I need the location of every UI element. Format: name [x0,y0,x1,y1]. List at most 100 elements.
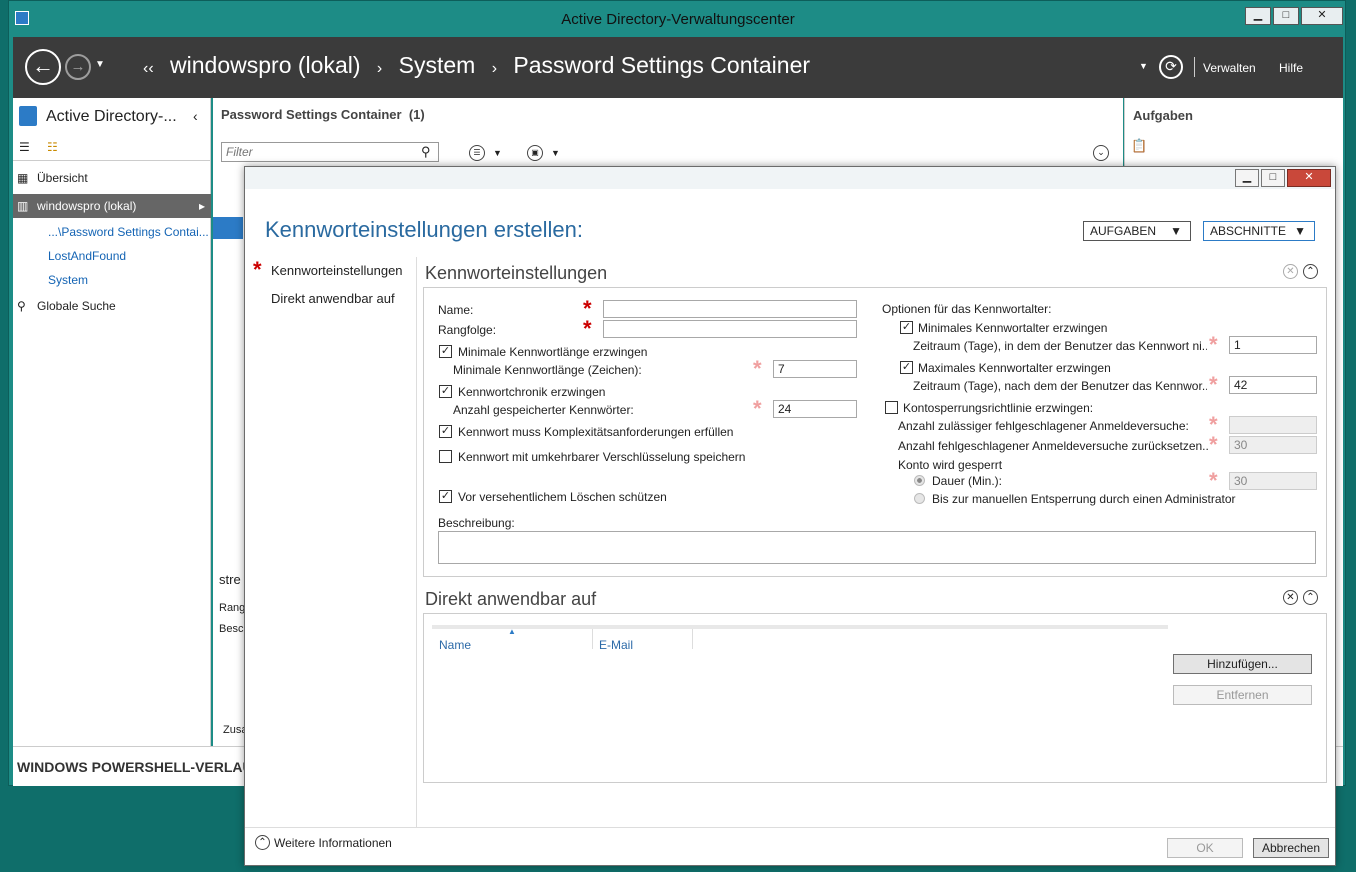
tasks-title: Aufgaben [1133,108,1193,123]
crumb-dropdown-icon[interactable]: ▼ [1139,61,1148,71]
manage-menu[interactable]: Verwalten [1203,61,1256,75]
search-icon: ⚲ [17,299,26,313]
max-age-checkbox[interactable]: ✓ [900,361,913,374]
help-menu[interactable]: Hilfe [1279,61,1303,75]
close-button[interactable]: ✕ [1301,7,1343,25]
divider [245,827,1335,828]
manual-unlock-label: Bis zur manuellen Entsperrung durch eine… [932,492,1236,506]
selected-row-marker[interactable] [213,217,243,239]
content-title: Password Settings Container (1) [221,107,425,122]
breadcrumb: ‹‹ windowspro (lokal) › System › Passwor… [143,52,820,79]
close-section-icon[interactable]: ✕ [1283,264,1298,279]
save-dropdown-icon[interactable]: ▼ [551,148,560,158]
back-button[interactable]: ← [25,49,61,85]
min-length-label: Minimale Kennwortlänge (Zeichen): [453,363,642,377]
tree-view-icon[interactable]: ☷ [47,140,58,154]
lockout-reset-label: Anzahl fehlgeschlagener Anmeldeversuche … [898,439,1208,453]
collapse-section-icon[interactable]: ⌃ [1303,264,1318,279]
collapse-pane-icon[interactable]: ‹ [193,108,198,124]
min-length-checkbox[interactable]: ✓ [439,345,452,358]
clipboard-icon[interactable]: 📋 [1131,138,1147,154]
view-options-icon[interactable]: ☰ [469,145,485,161]
nav-item-domain[interactable]: ▥ windowspro (lokal) ▸ [13,194,211,218]
nav-item-label: windowspro (lokal) [37,199,137,213]
breadcrumb-item-system[interactable]: System [399,52,476,78]
collapse-section-icon[interactable]: ⌃ [1303,590,1318,605]
dialog-heading: Kennworteinstellungen erstellen: [265,217,583,242]
expand-chevron-icon[interactable]: ⌄ [1093,145,1109,161]
max-age-check-label: Maximales Kennwortalter erzwingen [918,361,1111,375]
description-input[interactable] [438,531,1316,564]
section-link-applies-to[interactable]: Direkt anwendbar auf [271,291,395,306]
lockout-reset-input[interactable]: 30 [1229,436,1317,454]
dialog-minimize-button[interactable]: ▁ [1235,169,1259,187]
maximize-button[interactable]: □ [1273,7,1299,25]
name-label: Name: [438,303,474,317]
window-title: Active Directory-Verwaltungscenter [561,11,795,28]
nav-item-psc[interactable]: ...\Password Settings Contai... [13,220,211,244]
rank-input[interactable] [603,320,857,338]
minimize-button[interactable]: ▁ [1245,7,1271,25]
breadcrumb-item-psc[interactable]: Password Settings Container [513,52,810,78]
cancel-button[interactable]: Abbrechen [1253,838,1329,858]
close-section-icon[interactable]: ✕ [1283,590,1298,605]
expand-icon[interactable]: ▸ [199,194,205,218]
save-query-icon[interactable]: ▣ [527,145,543,161]
history-checkbox[interactable]: ✓ [439,385,452,398]
max-age-input[interactable]: 42 [1229,376,1317,394]
filter-input[interactable] [221,142,439,162]
reversible-checkbox[interactable] [439,450,452,463]
expand-info-icon[interactable]: ⌃ [255,835,270,850]
applies-to-list[interactable]: ▲ Name E-Mail [432,625,1168,775]
column-header-email[interactable]: E-Mail [599,638,633,652]
required-icon: * [253,257,262,282]
min-age-input[interactable]: 1 [1229,336,1317,354]
required-icon: * [1209,468,1218,493]
remove-button[interactable]: Entfernen [1173,685,1312,705]
manual-unlock-radio[interactable] [914,493,925,504]
chevron-down-icon: ▼ [1294,224,1306,238]
description-label: Beschreibung: [438,516,515,530]
name-input[interactable] [603,300,857,318]
required-icon: * [1209,432,1218,457]
required-icon: * [1209,372,1218,397]
min-length-input[interactable]: 7 [773,360,857,378]
breadcrumb-item-domain[interactable]: windowspro (lokal) [170,52,360,78]
column-header-name[interactable]: Name [439,638,471,652]
section-link-password-settings[interactable]: Kennworteinstellungen [271,263,403,278]
ok-button[interactable]: OK [1167,838,1243,858]
nav-item-overview[interactable]: ▦ Übersicht [13,166,211,190]
lockout-checkbox[interactable] [885,401,898,414]
duration-radio[interactable] [914,475,925,486]
nav-item-system[interactable]: System [13,268,211,292]
required-icon: * [753,396,762,421]
protect-checkbox[interactable]: ✓ [439,490,452,503]
complexity-checkbox[interactable]: ✓ [439,425,452,438]
tasks-dropdown-label: AUFGABEN [1090,224,1157,238]
more-info-link[interactable]: Weitere Informationen [274,836,392,850]
lockout-attempts-input[interactable] [1229,416,1317,434]
history-dropdown-icon[interactable]: ▼ [95,59,105,70]
add-button[interactable]: Hinzufügen... [1173,654,1312,674]
tasks-dropdown[interactable]: AUFGABEN ▼ [1083,221,1191,241]
duration-input[interactable]: 30 [1229,472,1317,490]
dialog-maximize-button[interactable]: □ [1261,169,1285,187]
nav-item-global-search[interactable]: ⚲ Globale Suche [13,294,211,318]
lockout-check-label: Kontosperrungsrichtlinie erzwingen: [903,401,1094,415]
column-divider [692,629,693,649]
min-age-checkbox[interactable]: ✓ [900,321,913,334]
sort-ascending-icon: ▲ [508,627,516,636]
required-icon: * [1209,332,1218,357]
forward-button[interactable]: → [65,54,91,80]
min-length-check-label: Minimale Kennwortlänge erzwingen [458,345,648,359]
list-view-icon[interactable]: ☰ [19,140,30,154]
sections-dropdown[interactable]: ABSCHNITTE ▼ [1203,221,1315,241]
nav-item-label: Übersicht [37,171,88,185]
nav-item-lostandfound[interactable]: LostAndFound [13,244,211,268]
history-input[interactable]: 24 [773,400,857,418]
view-dropdown-icon[interactable]: ▼ [493,148,502,158]
refresh-button[interactable]: ⟳ [1159,55,1183,79]
search-icon[interactable]: ⚲ [421,144,431,160]
dialog-close-button[interactable]: ✕ [1287,169,1331,187]
max-age-label: Zeitraum (Tage), nach dem der Benutzer d… [913,379,1207,393]
